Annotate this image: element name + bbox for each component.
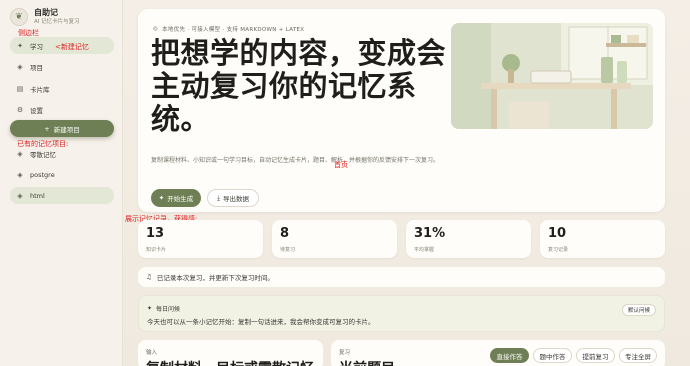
input-panel-label: 输入 xyxy=(146,350,158,356)
mode-direct-answer[interactable]: 直接作答 xyxy=(490,348,529,363)
sidebar: ❦ 自助记 AI 记忆卡片与复习 ✦ 学习 ◈ 项目 ▤ 卡片库 ⚙ 设置 + … xyxy=(0,0,123,366)
daily-title: ✦ 每日问候 xyxy=(147,304,180,313)
gear-icon: ⚙ xyxy=(16,105,24,114)
annotation-sidebar: 侧边栏 xyxy=(18,29,39,37)
hero-eyebrow: ◎ 本地优先 · 可接入模型 · 支持 MARKDOWN + LATEX xyxy=(153,25,304,33)
daily-greeting-card: ✦ 每日问候 今天也可以从一条小记忆开始：复制一句话进来，我会帮你变成可复习的卡… xyxy=(138,295,665,332)
stat-value: 8 xyxy=(280,226,290,241)
stat-card: 10 复习记录 xyxy=(540,220,665,258)
nav-item-label: 设置 xyxy=(30,106,43,115)
bell-icon: ♫ xyxy=(146,273,152,281)
hero-headline: 把想学的内容，变成会主动复习你的记忆系统。 xyxy=(151,36,447,136)
mode-early-review[interactable]: 提前复习 xyxy=(576,348,615,363)
button-label: 开始生成 xyxy=(167,195,194,203)
layers-icon: ◈ xyxy=(17,191,23,200)
annotation-existing: 已有的记忆项目: xyxy=(17,140,69,148)
review-panel-title: 当前题目 xyxy=(339,358,395,366)
nav-item-projects[interactable]: ◈ 项目 xyxy=(10,58,114,75)
button-label: 导出数据 xyxy=(222,195,249,203)
nav-item-label: 项目 xyxy=(30,63,43,72)
annotation-new-memory: <新建记忆 xyxy=(55,43,89,51)
project-item[interactable]: ◈ postgre xyxy=(10,166,114,183)
brand-subtitle: AI 记忆卡片与复习 xyxy=(34,19,80,25)
project-label: html xyxy=(30,191,45,200)
plus-icon: + xyxy=(44,124,50,133)
project-label: 零散记忆 xyxy=(30,150,56,159)
stat-card: 31% 平均掌握 xyxy=(406,220,531,258)
main-area: ◎ 本地优先 · 可接入模型 · 支持 MARKDOWN + LATEX 把想学… xyxy=(123,0,690,366)
sparkle-icon: ✦ xyxy=(147,305,153,312)
stat-label: 待复习 xyxy=(280,247,296,253)
stat-card: 8 待复习 xyxy=(272,220,397,258)
start-generate-button[interactable]: ✦ 开始生成 xyxy=(151,189,201,207)
default-greeting-button[interactable]: 默认问候 xyxy=(621,304,656,316)
hero-description: 复制课程材料、小知识或一句学习目标，自动记忆生成卡片，题目、解析，并根据你的反馈… xyxy=(151,157,440,164)
nav-item-label: 卡片库 xyxy=(30,85,50,94)
leaf-icon: ❦ xyxy=(10,8,28,26)
eyebrow-text: 本地优先 · 可接入模型 · 支持 MARKDOWN + LATEX xyxy=(162,27,305,33)
desk-illustration xyxy=(451,23,653,129)
layers-icon: ◈ xyxy=(17,62,23,71)
stat-value: 13 xyxy=(146,226,165,241)
nav-item-label: 学习 xyxy=(30,42,43,51)
sparkle-icon: ✦ xyxy=(17,41,23,50)
download-icon: ⤓ xyxy=(217,193,220,202)
book-icon: ▤ xyxy=(16,84,24,93)
daily-text: 今天也可以从一条小记忆开始：复制一句话进来，我会帮你变成可复习的卡片。 xyxy=(147,318,375,326)
mode-focus-fullscreen[interactable]: 专注全屏 xyxy=(619,348,657,363)
stat-label: 平均掌握 xyxy=(414,247,435,253)
stat-value: 10 xyxy=(548,226,567,241)
layers-icon: ◈ xyxy=(17,170,23,179)
project-label: postgre xyxy=(30,170,55,179)
mode-in-question-answer[interactable]: 题中作答 xyxy=(533,348,572,363)
brand: ❦ 自助记 AI 记忆卡片与复习 xyxy=(10,8,80,26)
hero-illustration xyxy=(451,23,653,129)
stat-value: 31% xyxy=(414,226,446,241)
notice-text: 已记录本次复习，并更新下次复习时间。 xyxy=(156,274,274,282)
stat-label: 复习记录 xyxy=(548,247,569,253)
annotation-home: 首页 xyxy=(334,161,348,169)
stat-label: 知识卡片 xyxy=(146,247,167,253)
daily-title-text: 每日问候 xyxy=(156,306,181,313)
layers-icon: ◈ xyxy=(17,149,23,158)
input-panel: 输入 复制材料，目标或零散记忆 xyxy=(138,340,323,366)
new-project-button[interactable]: + 新建项目 xyxy=(10,120,114,137)
stat-card: 13 知识卡片 xyxy=(138,220,263,258)
project-item[interactable]: ◈ html xyxy=(10,187,114,204)
info-icon: ◎ xyxy=(153,26,159,32)
hero-card: ◎ 本地优先 · 可接入模型 · 支持 MARKDOWN + LATEX 把想学… xyxy=(138,9,665,212)
sparkle-icon: ✦ xyxy=(158,194,165,202)
review-panel-label: 复习 xyxy=(339,350,351,356)
nav-item-card-library[interactable]: ▤ 卡片库 xyxy=(10,80,114,97)
input-panel-title: 复制材料，目标或零散记忆 xyxy=(146,358,314,366)
export-data-button[interactable]: ⤓ 导出数据 xyxy=(207,189,259,207)
new-project-label: 新建项目 xyxy=(53,125,80,134)
nav-item-settings[interactable]: ⚙ 设置 xyxy=(10,101,114,118)
review-notice: ♫ 已记录本次复习，并更新下次复习时间。 xyxy=(138,267,665,287)
brand-title: 自助记 xyxy=(34,8,58,17)
